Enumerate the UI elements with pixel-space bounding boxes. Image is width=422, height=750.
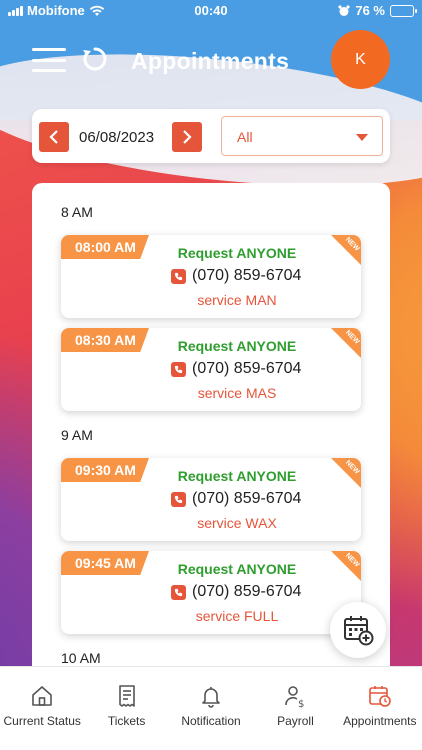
next-date-button[interactable]: [172, 122, 202, 152]
menu-icon[interactable]: [32, 48, 66, 72]
filter-select-value: All: [237, 129, 253, 145]
appointment-phone: (070) 859-6704: [192, 583, 302, 600]
battery-icon: [390, 4, 417, 17]
appointment-service: service MAN: [197, 292, 277, 308]
nav-label: Tickets: [107, 714, 146, 728]
appointment-phone: (070) 859-6704: [192, 490, 302, 507]
appointment-phone-row: (070) 859-6704: [171, 583, 301, 601]
receipt-icon: [118, 685, 135, 707]
battery-percent: 76 %: [355, 3, 385, 18]
page-title: Appointments: [131, 48, 290, 74]
phone-icon: [171, 268, 186, 284]
phone-icon: [171, 361, 186, 377]
nav-notification[interactable]: Notification: [169, 667, 253, 750]
appointment-service: service WAX: [197, 515, 277, 531]
calendar-clock-icon: [369, 686, 391, 707]
nav-tickets[interactable]: Tickets: [84, 667, 168, 750]
hour-header: 9 AM: [61, 427, 93, 443]
svg-text:$: $: [298, 699, 304, 708]
appointment-service: service MAS: [197, 385, 277, 401]
chevron-left-icon: [49, 130, 58, 144]
hour-header: 10 AM: [61, 650, 101, 666]
appointment-request: Request ANYONE: [177, 468, 297, 484]
add-appointment-button[interactable]: [330, 602, 386, 658]
appointment-card[interactable]: 09:30 AM Request ANYONE (070) 859-6704 s…: [61, 458, 361, 541]
appointment-card[interactable]: 08:00 AM Request ANYONE (070) 859-6704 s…: [61, 235, 361, 318]
appointment-request: Request ANYONE: [177, 338, 297, 354]
nav-label: Current Status: [3, 714, 81, 728]
appointment-phone-row: (070) 859-6704: [171, 267, 301, 285]
refresh-icon[interactable]: [80, 44, 110, 74]
nav-label: Appointments: [343, 714, 417, 728]
appointment-request: Request ANYONE: [177, 561, 297, 577]
appointment-card[interactable]: 08:30 AM Request ANYONE (070) 859-6704 s…: [61, 328, 361, 411]
appointment-card[interactable]: 09:45 AM Request ANYONE (070) 859-6704 s…: [61, 551, 361, 634]
nav-payroll[interactable]: $ Payroll: [253, 667, 337, 750]
appointment-request: Request ANYONE: [177, 245, 297, 261]
nav-label: Payroll: [277, 714, 314, 728]
appointment-phone-row: (070) 859-6704: [171, 360, 301, 378]
bottom-nav: Current Status Tickets Notification $ Pa…: [0, 666, 422, 750]
prev-date-button[interactable]: [39, 122, 69, 152]
bell-icon: [202, 687, 220, 708]
caret-down-icon: [356, 134, 368, 141]
person-dollar-icon: $: [285, 686, 305, 708]
calendar-add-icon: [344, 616, 374, 646]
appointment-phone: (070) 859-6704: [192, 267, 302, 284]
filter-select[interactable]: All: [221, 116, 383, 156]
app-header: Appointments K: [0, 22, 422, 102]
hour-header: 8 AM: [61, 204, 93, 220]
chevron-right-icon: [183, 130, 192, 144]
alarm-icon: [338, 4, 350, 16]
appointment-phone-row: (070) 859-6704: [171, 490, 301, 508]
status-right: 76 %: [338, 3, 417, 18]
appointment-list[interactable]: 8 AM 08:00 AM Request ANYONE (070) 859-6…: [32, 183, 390, 683]
home-icon: [32, 686, 53, 706]
nav-current-status[interactable]: Current Status: [0, 667, 84, 750]
selected-date[interactable]: 06/08/2023: [79, 129, 154, 146]
status-bar: Mobifone 00:40 76 %: [0, 0, 422, 22]
nav-appointments[interactable]: Appointments: [338, 667, 422, 750]
nav-label: Notification: [181, 714, 241, 728]
date-filter-bar: 06/08/2023 All: [32, 109, 390, 163]
appointment-service: service FULL: [195, 608, 279, 624]
phone-icon: [171, 584, 186, 600]
phone-icon: [171, 491, 186, 507]
appointment-phone: (070) 859-6704: [192, 360, 302, 377]
avatar[interactable]: K: [331, 30, 390, 89]
